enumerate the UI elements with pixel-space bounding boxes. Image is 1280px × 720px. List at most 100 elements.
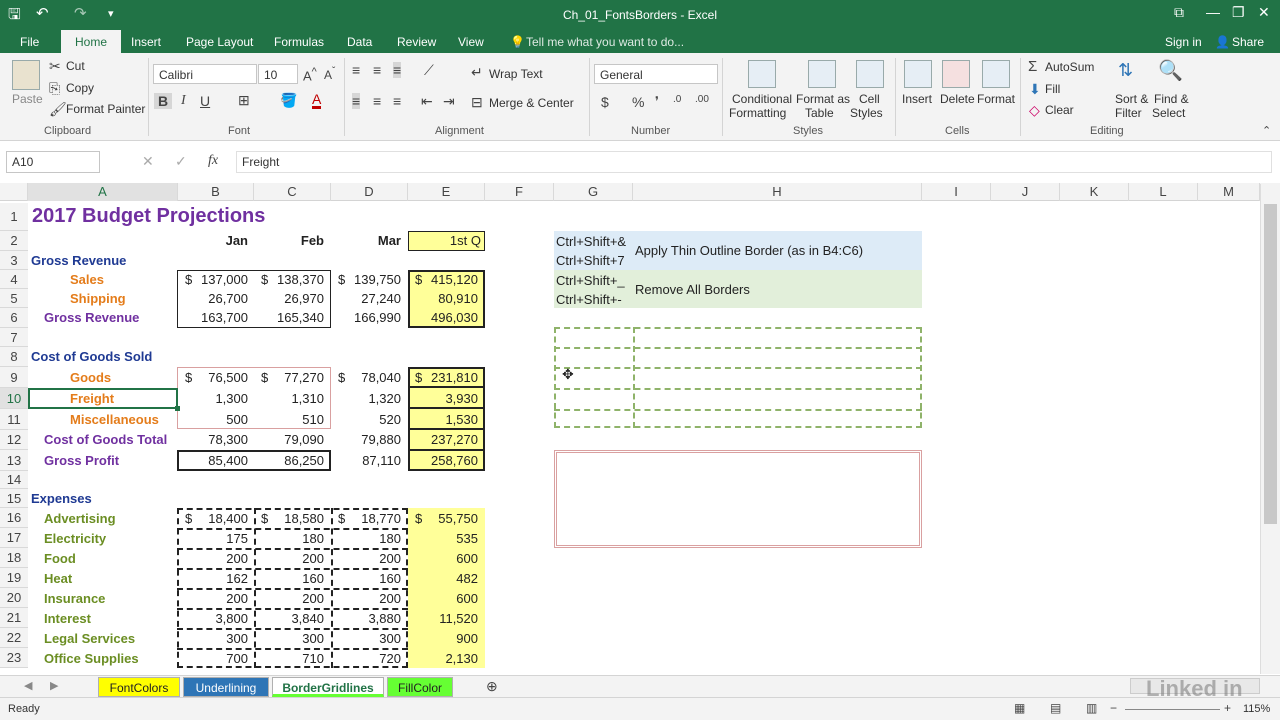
delete-cells-icon[interactable]: [942, 60, 970, 88]
wrap-text-button[interactable]: Wrap Text: [489, 67, 543, 81]
autosum-button[interactable]: AutoSum: [1045, 60, 1094, 74]
expense-label[interactable]: Office Supplies: [44, 650, 139, 668]
row-header[interactable]: 14: [0, 471, 28, 489]
expense-value[interactable]: 300: [254, 630, 324, 648]
decrease-decimal-icon[interactable]: .00: [695, 94, 709, 105]
value-cell[interactable]: 26,970: [254, 290, 324, 308]
value-cell[interactable]: 237,270: [408, 431, 478, 449]
value-cell[interactable]: 79,880: [331, 431, 401, 449]
tab-page-layout[interactable]: Page Layout: [186, 35, 253, 49]
header-feb[interactable]: Feb: [254, 232, 324, 250]
label-cogs-total[interactable]: Cost of Goods Total: [44, 431, 167, 449]
expense-value[interactable]: 600: [408, 550, 478, 568]
font-color-icon[interactable]: A: [312, 92, 322, 109]
row-header[interactable]: 13: [0, 450, 28, 471]
sheet-tab-bordergridlines[interactable]: BorderGridlines: [272, 677, 384, 697]
close-icon[interactable]: ✕: [1258, 4, 1270, 21]
value-cell[interactable]: 1,300: [178, 390, 248, 408]
expense-value[interactable]: 200: [178, 550, 248, 568]
row-header[interactable]: 11: [0, 409, 28, 430]
select-all-corner[interactable]: [0, 183, 28, 201]
cut-button[interactable]: Cut: [66, 59, 85, 73]
row-header[interactable]: 19: [0, 568, 28, 588]
bold-icon[interactable]: B: [154, 93, 173, 109]
value-cell[interactable]: 163,700: [178, 309, 248, 327]
shortcut2-b[interactable]: Ctrl+Shift+-: [556, 291, 622, 309]
expense-value[interactable]: 3,880: [331, 610, 401, 628]
paste-button[interactable]: Paste: [12, 92, 43, 106]
row-header[interactable]: 4: [0, 270, 28, 289]
value-cell[interactable]: 26,700: [178, 290, 248, 308]
row-header[interactable]: 21: [0, 608, 28, 628]
column-header[interactable]: C: [254, 183, 331, 201]
row-header[interactable]: 10: [0, 388, 28, 409]
increase-indent-icon[interactable]: ⇥: [443, 93, 455, 110]
expense-value[interactable]: 160: [331, 570, 401, 588]
format-cells-icon[interactable]: [982, 60, 1010, 88]
label-gross-revenue[interactable]: Gross Revenue: [31, 252, 126, 270]
value-cell[interactable]: 86,250: [254, 452, 324, 470]
font-size-select[interactable]: 10: [258, 64, 298, 84]
prev-sheet-icon[interactable]: ◀: [24, 679, 32, 692]
row-header[interactable]: 22: [0, 628, 28, 648]
value-cell[interactable]: 79,090: [254, 431, 324, 449]
expense-value[interactable]: 700: [178, 650, 248, 668]
shrink-font-icon[interactable]: Aˇ: [324, 66, 335, 82]
row-header[interactable]: 9: [0, 367, 28, 388]
row-header[interactable]: 23: [0, 648, 28, 668]
insert-cells-button[interactable]: Insert: [902, 92, 932, 106]
value-cell[interactable]: 80,910: [408, 290, 478, 308]
formula-input[interactable]: Freight: [236, 151, 1272, 173]
expense-value[interactable]: 720: [331, 650, 401, 668]
tab-file[interactable]: File: [20, 35, 39, 49]
conditional-formatting-icon[interactable]: [748, 60, 776, 88]
shortcut1-a[interactable]: Ctrl+Shift+&: [556, 233, 626, 251]
label-sales[interactable]: Sales: [70, 271, 104, 289]
header-jan[interactable]: Jan: [178, 232, 248, 250]
column-header[interactable]: F: [485, 183, 554, 201]
header-q[interactable]: 1st Q: [408, 232, 481, 250]
value-cell[interactable]: 510: [254, 411, 324, 429]
cell-styles-button[interactable]: Cell: [859, 92, 880, 106]
expense-value[interactable]: 600: [408, 590, 478, 608]
delete-cells-button[interactable]: Delete: [940, 92, 975, 106]
sign-in-link[interactable]: Sign in: [1165, 35, 1202, 49]
expense-label[interactable]: Food: [44, 550, 76, 568]
tab-formulas[interactable]: Formulas: [274, 35, 324, 49]
format-painter-button[interactable]: Format Painter: [66, 102, 145, 116]
value-cell[interactable]: 258,760: [408, 452, 478, 470]
new-sheet-icon[interactable]: ⊕: [486, 678, 498, 695]
bottom-align-icon[interactable]: ≡: [393, 62, 402, 78]
zoom-out-icon[interactable]: −: [1110, 701, 1117, 715]
insert-cells-icon[interactable]: [904, 60, 932, 88]
normal-view-icon[interactable]: ▦: [1014, 701, 1025, 715]
italic-icon[interactable]: I: [181, 93, 186, 109]
tab-view[interactable]: View: [458, 35, 484, 49]
column-header[interactable]: H: [633, 183, 922, 201]
value-cell[interactable]: 78,300: [178, 431, 248, 449]
conditional-formatting-button[interactable]: Conditional: [732, 92, 792, 106]
expense-value[interactable]: 160: [254, 570, 324, 588]
tab-review[interactable]: Review: [397, 35, 436, 49]
minimize-icon[interactable]: —: [1206, 4, 1220, 20]
currency-icon[interactable]: $: [601, 94, 609, 110]
restore-icon[interactable]: ❐: [1232, 4, 1245, 21]
cancel-icon[interactable]: ✕: [142, 153, 154, 170]
align-center-icon[interactable]: ≡: [373, 93, 381, 109]
sheet-tab-fontcolors[interactable]: FontColors: [98, 677, 180, 697]
row-header[interactable]: 18: [0, 548, 28, 568]
value-cell[interactable]: 87,110: [331, 452, 401, 470]
expense-value[interactable]: 2,130: [408, 650, 478, 668]
collapse-ribbon-icon[interactable]: ⌃: [1262, 124, 1271, 137]
column-header[interactable]: B: [178, 183, 254, 201]
expense-label[interactable]: Legal Services: [44, 630, 135, 648]
label-goods[interactable]: Goods: [70, 369, 111, 387]
enter-icon[interactable]: ✓: [175, 153, 187, 170]
comma-icon[interactable]: ❜: [655, 94, 659, 108]
top-align-icon[interactable]: ≡: [352, 62, 360, 78]
value-cell[interactable]: 1,530: [408, 411, 478, 429]
column-header[interactable]: D: [331, 183, 408, 201]
label-misc[interactable]: Miscellaneous: [70, 411, 159, 429]
share-button[interactable]: Share: [1232, 35, 1264, 49]
sheet-title[interactable]: 2017 Budget Projections: [32, 204, 265, 228]
